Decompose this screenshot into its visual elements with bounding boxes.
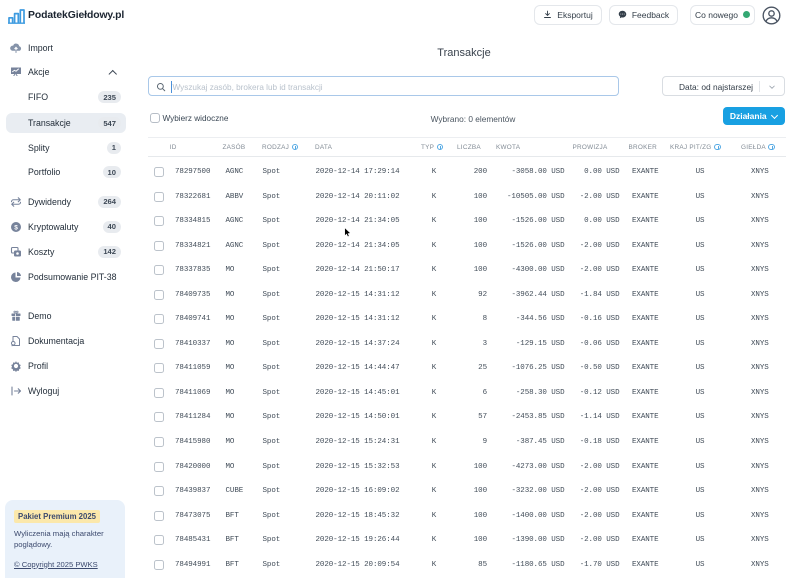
svg-text:$: $ [14,224,18,231]
